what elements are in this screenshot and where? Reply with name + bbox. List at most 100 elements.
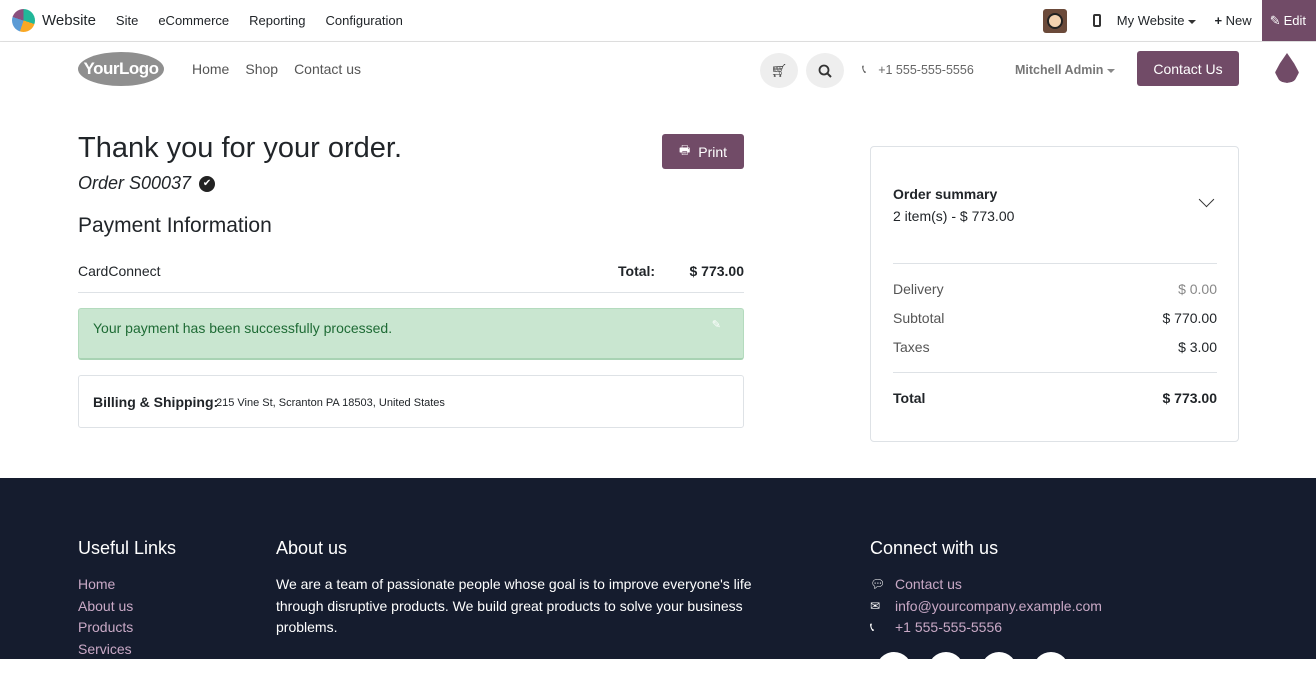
contact-us-button[interactable]: Contact Us [1137,51,1239,86]
connect-heading: Connect with us [870,538,999,558]
useful-links-list: Home About us Products Services [78,574,133,660]
menu-reporting[interactable]: Reporting [239,13,315,28]
mobile-preview-icon[interactable] [1092,14,1101,27]
caret-down-icon [1188,19,1197,24]
caret-down-icon [1107,68,1116,73]
divider [893,263,1217,264]
menu-configuration[interactable]: Configuration [316,13,413,28]
header-phone[interactable]: 📞︎ +1 555-555-5556 [862,62,974,77]
new-label: New [1225,13,1252,28]
payment-heading: Payment Information [78,214,272,237]
menu-site[interactable]: Site [106,13,148,28]
app-switcher[interactable]: Website [12,9,96,32]
topbar-right: My Website + New ✎ Edit [1042,0,1316,41]
odoo-app-icon [12,9,35,32]
footer-link-home[interactable]: Home [78,574,133,596]
comment-icon: 💬︎ [870,577,886,591]
summary-row-delivery: Delivery $ 0.00 [893,281,1217,297]
phone-icon: 📞︎ [870,620,875,634]
main-nav: Home Shop Contact us [184,61,369,77]
summary-total-label: Total [893,390,926,406]
social-facebook-icon[interactable] [876,652,912,688]
summary-label: Delivery [893,281,944,297]
summary-row-taxes: Taxes $ 3.00 [893,339,1217,355]
order-summary-title: Order summary [893,186,998,202]
search-icon [818,64,832,78]
nav-home[interactable]: Home [184,61,237,77]
connect-phone[interactable]: 📞︎ +1 555-555-5556 [870,617,1102,639]
summary-value: $ 0.00 [1178,281,1217,297]
nav-shop[interactable]: Shop [237,61,286,77]
header-phone-number: +1 555-555-5556 [878,62,974,77]
printer-icon: 🖶︎ [678,143,691,157]
user-name: Mitchell Admin [1015,63,1104,77]
connect-contact[interactable]: 💬︎ Contact us [870,574,1102,596]
order-ref-text: Order S00037 [78,173,192,193]
order-summary-items: 2 item(s) - $ 773.00 [893,208,1015,224]
footer-link-services[interactable]: Services [78,639,133,661]
payment-total-value: $ 773.00 [689,263,745,279]
payment-success-alert: Your payment has been successfully proce… [78,308,744,360]
new-button[interactable]: + New [1214,13,1251,28]
success-message: Your payment has been successfully proce… [93,320,393,336]
chevron-down-icon[interactable] [1198,191,1215,208]
summary-value: $ 3.00 [1178,339,1217,355]
summary-total-value: $ 773.00 [1162,390,1218,406]
theme-drop-icon[interactable] [1275,53,1299,83]
user-menu[interactable]: Mitchell Admin [1015,63,1116,77]
payment-total-label: Total: [618,263,656,279]
plus-icon: + [1214,13,1223,28]
social-twitter-icon[interactable] [928,652,964,688]
edit-button[interactable]: ✎ Edit [1261,0,1316,41]
search-button[interactable] [806,53,844,88]
site-logo[interactable]: YourLogo [78,52,164,86]
footer-link-products[interactable]: Products [78,617,133,639]
phone-icon: 📞︎ [862,62,867,76]
connect-contact-label: Contact us [895,576,962,592]
pencil-icon[interactable]: ✎ [712,318,721,331]
connect-list: 💬︎ Contact us ✉ info@yourcompany.example.c… [870,574,1102,639]
billing-address: 215 Vine St, Scranton PA 18503, United S… [216,397,445,409]
avatar-face-icon [1046,12,1063,29]
connect-email[interactable]: ✉ info@yourcompany.example.com [870,596,1102,618]
cart-icon: 🛒︎ [770,62,788,78]
edit-label: Edit [1283,13,1306,28]
user-avatar[interactable] [1042,8,1067,33]
footer-link-about[interactable]: About us [78,596,133,618]
social-linkedin-icon[interactable] [981,652,1017,688]
website-switcher-label: My Website [1116,13,1185,28]
summary-label: Taxes [893,339,930,355]
print-label: Print [698,143,728,160]
page-title: Thank you for your order. [78,132,402,164]
about-text: We are a team of passionate people whose… [276,576,752,635]
divider [893,372,1217,373]
admin-menu: Site eCommerce Reporting Configuration [106,13,413,28]
order-summary-card: Order summary 2 item(s) - $ 773.00 Deliv… [870,146,1239,442]
envelope-icon: ✉ [870,598,881,613]
billing-label: Billing & Shipping: [93,394,219,410]
social-instagram-icon[interactable] [1033,652,1069,688]
cart-button[interactable]: 🛒︎ [760,53,798,88]
connect-email-label: info@yourcompany.example.com [895,597,1102,614]
summary-label: Subtotal [893,310,945,326]
useful-links-heading: Useful Links [78,538,177,558]
nav-contact[interactable]: Contact us [286,61,369,77]
app-name: Website [42,12,96,29]
website-switcher[interactable]: My Website [1117,13,1197,28]
site-footer: Useful Links Home About us Products Serv… [0,478,1316,688]
about-heading: About us [276,538,348,558]
order-confirmation: Thank you for your order. Order S00037 ✔ … [0,96,1316,478]
payment-provider: CardConnect [78,263,161,279]
order-reference: Order S00037 ✔ [78,173,216,194]
summary-value: $ 770.00 [1162,310,1218,326]
payment-row: CardConnect Total: $ 773.00 [78,254,744,293]
check-circle-icon: ✔ [199,175,216,192]
site-header: YourLogo Home Shop Contact us 🛒︎ 📞︎ +1 55… [0,42,1316,96]
summary-row-total: Total $ 773.00 [893,390,1217,406]
admin-topbar: Website Site eCommerce Reporting Configu… [0,0,1316,42]
print-button[interactable]: 🖶︎ Print [662,134,744,169]
connect-phone-label: +1 555-555-5556 [895,619,1003,635]
pencil-icon: ✎ [1269,12,1281,28]
menu-ecommerce[interactable]: eCommerce [148,13,239,28]
summary-row-subtotal: Subtotal $ 770.00 [893,310,1217,326]
